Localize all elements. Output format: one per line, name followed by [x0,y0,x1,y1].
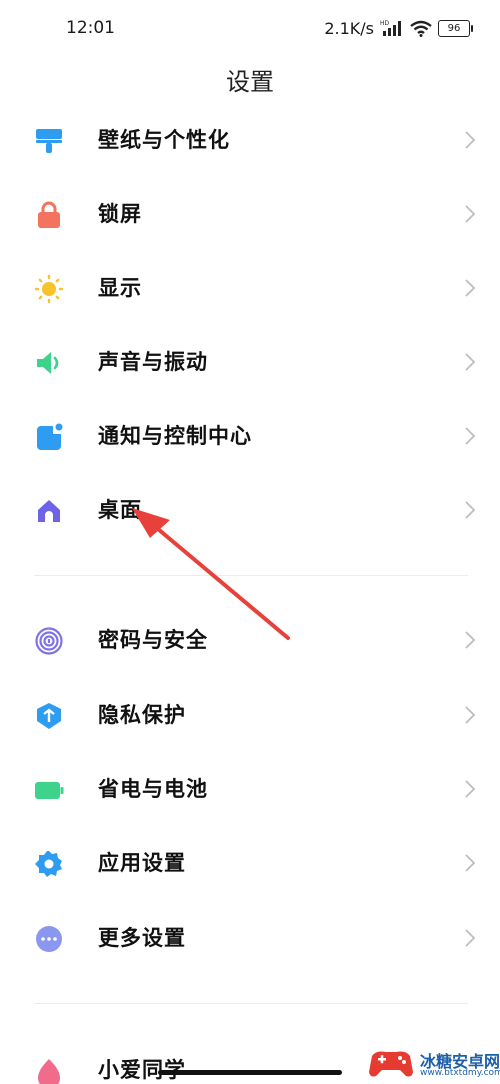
settings-item-label: 桌面 [98,498,142,522]
chevron-right-icon [465,780,476,798]
settings-item-label: 声音与振动 [98,350,208,374]
settings-item-desktop[interactable]: 桌面 [0,480,500,540]
wallpaper-icon [36,129,62,153]
status-bar: 12:01 2.1K/s HD 96 [0,0,500,60]
chevron-right-icon [465,501,476,519]
chevron-right-icon [465,279,476,297]
app-gear-icon [35,851,62,877]
section-divider [34,1003,468,1004]
watermark: 冰糖安卓网 www.btxtdmy.com [368,1046,500,1082]
svg-text:HD: HD [380,20,390,27]
more-dots-icon [36,926,62,952]
page-title: 设置 [226,68,274,96]
settings-item-label: 壁纸与个性化 [98,128,230,152]
chevron-right-icon [465,854,476,872]
settings-item-display[interactable]: 显示 [0,258,500,318]
settings-item-notifications[interactable]: 通知与控制中心 [0,406,500,466]
settings-item-label: 省电与电池 [98,777,208,801]
settings-item-label: 锁屏 [98,202,142,226]
lock-icon [38,201,60,228]
chevron-right-icon [465,631,476,649]
watermark-url: www.btxtdmy.com [420,1068,500,1078]
home-icon [38,500,60,522]
battery-icon: 96 [438,19,473,37]
settings-item-lockscreen[interactable]: 锁屏 [0,184,500,244]
chevron-right-icon [465,706,476,724]
settings-screen: 12:01 2.1K/s HD 96 设置 壁纸与个性化 锁屏 显示 声音与振动… [0,0,500,1084]
chevron-right-icon [465,131,476,149]
settings-item-privacy[interactable]: 隐私保护 [0,685,500,745]
gamepad-logo-icon [369,1051,413,1077]
chevron-right-icon [465,353,476,371]
settings-item-label: 密码与安全 [98,628,208,652]
battery-saver-icon [35,782,64,799]
settings-item-label: 更多设置 [98,926,186,950]
home-indicator[interactable] [158,1070,342,1075]
wifi-icon [410,20,432,37]
network-speed: 2.1K/s [324,18,374,38]
settings-item-label: 隐私保护 [98,703,186,727]
xiaoai-icon [38,1059,60,1084]
settings-item-label: 显示 [98,276,142,300]
section-divider [34,575,468,576]
status-icons: 2.1K/s HD 96 [324,16,473,40]
settings-item-battery[interactable]: 省电与电池 [0,759,500,819]
speaker-icon [37,352,59,374]
settings-item-label: 通知与控制中心 [98,424,252,448]
settings-item-more[interactable]: 更多设置 [0,908,500,968]
hd-signal-icon: HD [380,20,401,36]
settings-item-sound[interactable]: 声音与振动 [0,332,500,392]
notification-icon [37,423,63,450]
fingerprint-icon [35,627,63,655]
settings-item-password-security[interactable]: 密码与安全 [0,610,500,670]
sun-icon [34,274,64,304]
privacy-shield-icon [37,703,61,729]
chevron-right-icon [465,427,476,445]
settings-item-label: 小爱同学 [98,1058,186,1082]
settings-item-app-settings[interactable]: 应用设置 [0,833,500,893]
chevron-right-icon [465,205,476,223]
settings-item-wallpaper[interactable]: 壁纸与个性化 [0,110,500,170]
status-time: 12:01 [66,18,115,38]
settings-item-label: 应用设置 [98,851,186,875]
chevron-right-icon [465,929,476,947]
